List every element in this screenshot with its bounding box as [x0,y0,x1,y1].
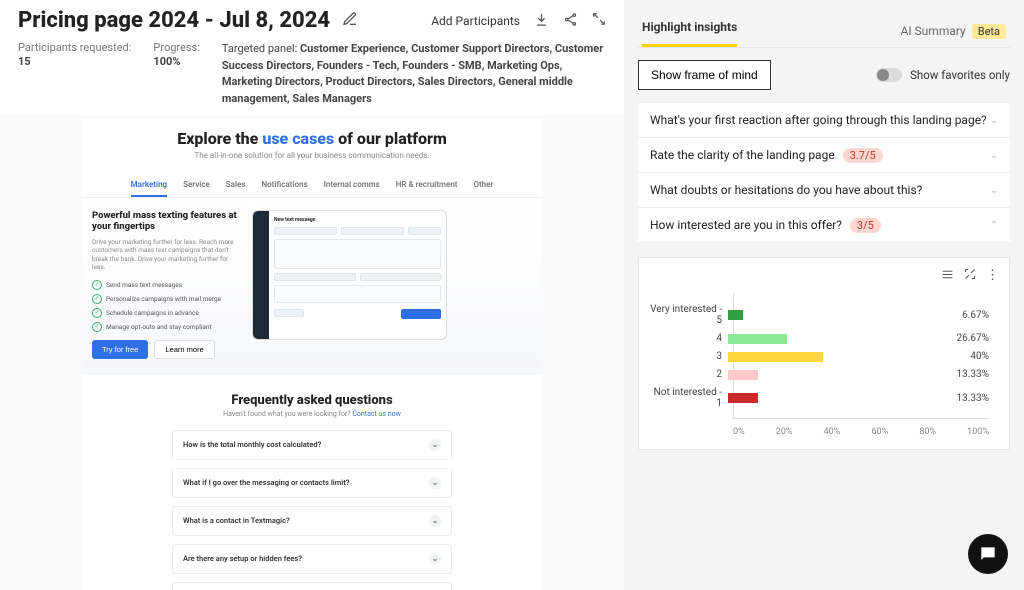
preview-tabs: Marketing Service Sales Notifications Intern… [82,174,542,198]
axis-tick: 80% [919,427,936,437]
edit-icon[interactable] [342,11,358,31]
feature-desc: Drive your marketing further for less. R… [92,238,242,272]
feature-check-item: Send mass text messages [92,280,242,290]
insight-question[interactable]: What's your first reaction after going t… [638,102,1010,137]
progress-value: 100% [153,55,200,68]
show-frame-of-mind-button[interactable]: Show frame of mind [638,60,771,90]
list-view-icon[interactable] [941,268,954,285]
chevron-down-icon: ⌄ [429,477,441,489]
add-participants-button[interactable]: Add Participants [431,14,520,28]
chevron-down-icon: ⌄ [429,553,441,565]
expand-chart-icon[interactable] [964,268,976,285]
axis-tick: 20% [776,427,793,437]
chart-bar-row: 426.67% [648,333,989,344]
chevron-icon: ⌄ [990,185,998,196]
feature-check-item: Schedule campaigns in advance [92,308,242,318]
header: Pricing page 2024 - Jul 8, 2024 Add Part… [0,0,624,39]
chevron-icon: ⌃ [990,220,998,231]
faq-title: Frequently asked questions [82,393,542,408]
tab-highlight-insights[interactable]: Highlight insights [642,14,737,47]
hero-headline: Explore the use cases of our platform [102,129,522,148]
insight-question[interactable]: Rate the clarity of the landing page3.7/… [638,137,1010,172]
axis-tick: 40% [824,427,841,437]
favorites-label: Show favorites only [910,68,1010,82]
interest-chart-card: ⋮ Very interested - 56.67% 426.67% 340% 213… [638,257,1010,450]
hero-sub: The all-in-one solution for all your bus… [102,151,522,160]
targeted-panel: Targeted panel: Customer Experience, Cus… [222,41,606,107]
preview-tab[interactable]: Sales [226,174,246,197]
try-free-button[interactable]: Try for free [92,340,148,359]
favorites-toggle[interactable] [876,68,902,82]
faq-item[interactable]: Are there any setup or hidden fees?⌄ [172,544,452,574]
insights-panel: Highlight insights AI SummaryBeta Show f… [624,0,1024,590]
faq-item[interactable]: What is a contact in Textmagic?⌄ [172,506,452,536]
faq-sub: Haven't found what you were looking for?… [82,410,542,418]
page-title: Pricing page 2024 - Jul 8, 2024 [18,8,330,33]
faq-item[interactable]: Can I customize my plan?⌄ [172,582,452,590]
preview-tab[interactable]: Notifications [261,174,307,197]
preview-tab[interactable]: Service [183,174,210,197]
chart-bar-row: Very interested - 56.67% [648,304,989,326]
preview-tab[interactable]: HR & recruitment [396,174,458,197]
preview-tab[interactable]: Other [473,174,493,197]
progress-label: Progress: [153,41,200,54]
feature-check-item: Manage opt-outs and stay compliant [92,322,242,332]
preview-tab[interactable]: Marketing [131,174,167,197]
axis-tick: 0% [733,427,745,437]
questions-list: What's your first reaction after going t… [638,102,1010,243]
axis-tick: 60% [871,427,888,437]
score-badge: 3/5 [850,218,881,233]
chevron-down-icon: ⌄ [429,515,441,527]
feature-check-item: Personalize campaigns with mail merge [92,294,242,304]
feature-checks: Send mass text messages Personalize campa… [92,280,242,332]
share-icon[interactable] [563,12,578,30]
help-fab[interactable] [968,534,1008,574]
axis-tick: 100% [967,427,989,437]
faq-item[interactable]: How is the total monthly cost calculated… [172,430,452,460]
chart-bar-row: Not interested - 113.33% [648,387,989,409]
faq-item[interactable]: What if I go over the messaging or conta… [172,468,452,498]
tab-ai-summary[interactable]: AI SummaryBeta [900,24,1006,38]
score-badge: 3.7/5 [843,148,883,163]
faq-list: How is the total monthly cost calculated… [172,430,452,590]
device-mock: New text message [252,210,447,340]
expand-icon[interactable] [592,12,606,29]
participants-value: 15 [18,55,131,68]
insight-question[interactable]: How interested are you in this offer?3/5… [638,207,1010,243]
landing-page-preview: Explore the use cases of our platform Th… [82,119,542,590]
download-icon[interactable] [534,12,549,30]
chevron-icon: ⌄ [990,150,998,161]
beta-badge: Beta [972,24,1006,39]
chart-bar-row: 213.33% [648,369,989,380]
chevron-down-icon: ⌄ [429,439,441,451]
meta-bar: Participants requested: 15 Progress: 100… [0,39,624,115]
participants-label: Participants requested: [18,41,131,54]
chevron-icon: ⌄ [990,115,998,126]
learn-more-button[interactable]: Learn more [154,340,214,359]
chart-bar-row: 340% [648,351,989,362]
feature-title: Powerful mass texting features at your f… [92,210,242,233]
insight-question[interactable]: What doubts or hesitations do you have a… [638,172,1010,207]
preview-tab[interactable]: Internal comms [324,174,380,197]
more-icon[interactable]: ⋮ [986,268,999,285]
